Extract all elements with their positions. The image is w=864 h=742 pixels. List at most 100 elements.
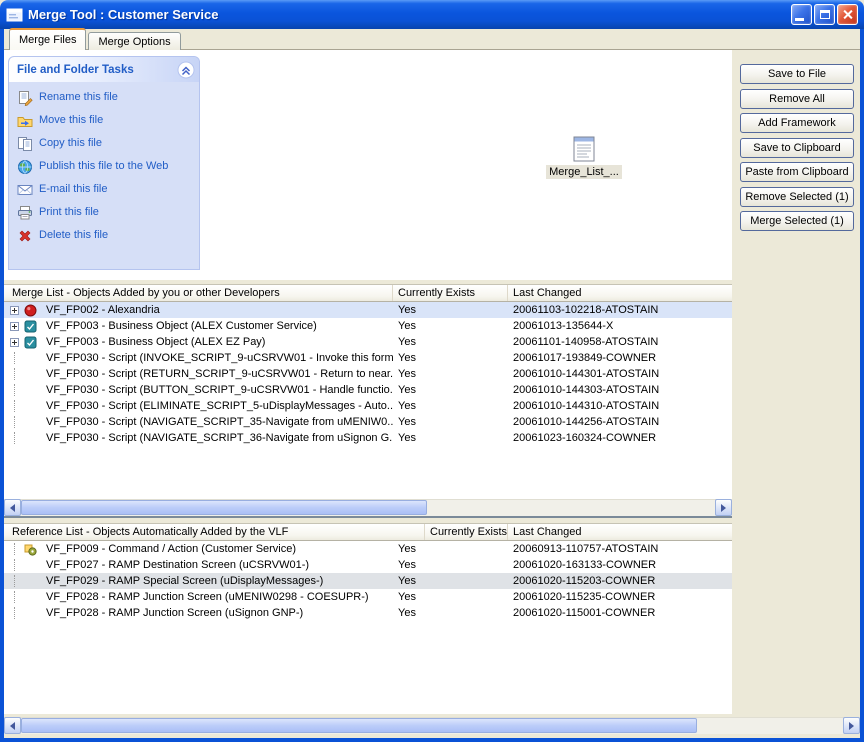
task-move-file[interactable]: Move this file <box>17 113 195 129</box>
close-icon <box>842 9 853 20</box>
reference-list-row[interactable]: VF_FP027 - RAMP Destination Screen (uCSR… <box>4 557 732 573</box>
scrollbar-thumb[interactable] <box>21 718 697 733</box>
column-header-name[interactable]: Merge List - Objects Added by you or oth… <box>4 285 393 301</box>
last-changed-value: 20061010-144301-ATOSTAIN <box>508 368 732 380</box>
currently-exists-value: Yes <box>393 559 508 571</box>
merge-list-row[interactable]: VF_FP030 - Script (ELIMINATE_SCRIPT_5-uD… <box>4 398 732 414</box>
paste-from-clipboard-button[interactable]: Paste from Clipboard <box>740 162 854 182</box>
reference-list-row[interactable]: VF_FP009 - Command / Action (Customer Se… <box>4 541 732 557</box>
tab-merge-options[interactable]: Merge Options <box>88 32 180 50</box>
icon-spacer <box>24 382 44 398</box>
scroll-left-button[interactable] <box>4 717 21 734</box>
expand-plus-icon[interactable] <box>10 322 19 331</box>
business-object-icon <box>24 318 44 334</box>
save-to-clipboard-button[interactable]: Save to Clipboard <box>740 138 854 158</box>
icon-spacer <box>24 414 44 430</box>
rename-icon <box>17 90 33 106</box>
close-button[interactable] <box>837 4 858 25</box>
merge-list-row[interactable]: VF_FP030 - Script (INVOKE_SCRIPT_9-uCSRV… <box>4 350 732 366</box>
merge-list-row[interactable]: VF_FP030 - Script (RETURN_SCRIPT_9-uCSRV… <box>4 366 732 382</box>
task-rename-file[interactable]: Rename this file <box>17 90 195 106</box>
currently-exists-value: Yes <box>393 400 508 412</box>
task-label: Delete this file <box>39 228 108 242</box>
object-name: VF_FP002 - Alexandria <box>44 304 393 316</box>
task-publish-file[interactable]: Publish this file to the Web <box>17 159 195 175</box>
tree-line <box>14 352 15 364</box>
merge-selected-button[interactable]: Merge Selected (1) <box>740 211 854 231</box>
reference-list-row[interactable]: VF_FP028 - RAMP Junction Screen (uSignon… <box>4 605 732 621</box>
maximize-button[interactable] <box>814 4 835 25</box>
task-email-file[interactable]: E-mail this file <box>17 182 195 198</box>
bottom-hscrollbar[interactable] <box>4 717 860 734</box>
tree-cell <box>4 589 24 605</box>
last-changed-value: 20061020-115203-COWNER <box>508 575 732 587</box>
move-icon <box>17 113 33 129</box>
reference-list-row[interactable]: VF_FP028 - RAMP Junction Screen (uMENIW0… <box>4 589 732 605</box>
task-label: E-mail this file <box>39 182 107 196</box>
column-header-name[interactable]: Reference List - Objects Automatically A… <box>4 524 425 540</box>
scrollbar-thumb[interactable] <box>21 500 427 515</box>
remove-selected-button[interactable]: Remove Selected (1) <box>740 187 854 207</box>
icon-spacer <box>24 589 44 605</box>
currently-exists-value: Yes <box>393 591 508 603</box>
tree-cell <box>4 398 24 414</box>
column-header-exists[interactable]: Currently Exists <box>425 524 508 540</box>
task-pane-header[interactable]: File and Folder Tasks <box>9 57 199 82</box>
scroll-left-button[interactable] <box>4 499 21 516</box>
merge-list-row[interactable]: VF_FP030 - Script (NAVIGATE_SCRIPT_35-Na… <box>4 414 732 430</box>
minimize-icon <box>795 18 804 21</box>
scroll-right-button[interactable] <box>715 499 732 516</box>
add-framework-button[interactable]: Add Framework <box>740 113 854 133</box>
title-bar[interactable]: Merge Tool : Customer Service <box>0 0 864 29</box>
object-name: VF_FP030 - Script (INVOKE_SCRIPT_9-uCSRV… <box>44 352 393 364</box>
task-print-file[interactable]: Print this file <box>17 205 195 221</box>
task-label: Rename this file <box>39 90 118 104</box>
icon-spacer <box>24 605 44 621</box>
right-arrow-icon <box>721 504 726 512</box>
merge-list-row[interactable]: VF_FP030 - Script (NAVIGATE_SCRIPT_36-Na… <box>4 430 732 446</box>
expand-plus-icon[interactable] <box>10 306 19 315</box>
tree-cell <box>4 573 24 589</box>
collapse-chevron-icon[interactable] <box>177 61 195 79</box>
tree-line <box>14 559 15 571</box>
tree-cell[interactable] <box>4 318 24 334</box>
minimize-button[interactable] <box>791 4 812 25</box>
last-changed-value: 20061013-135644-X <box>508 320 732 332</box>
merge-list-row[interactable]: VF_FP002 - Alexandria Yes 20061103-10221… <box>4 302 732 318</box>
task-delete-file[interactable]: Delete this file <box>17 228 195 244</box>
merge-list-file-item[interactable]: Merge_List_... <box>540 134 628 179</box>
merge-list-row[interactable]: VF_FP030 - Script (BUTTON_SCRIPT_9-uCSRV… <box>4 382 732 398</box>
currently-exists-value: Yes <box>393 416 508 428</box>
expand-plus-icon[interactable] <box>10 338 19 347</box>
tree-cell <box>4 382 24 398</box>
task-label: Publish this file to the Web <box>39 159 168 173</box>
tree-cell <box>4 350 24 366</box>
last-changed-value: 20061010-144303-ATOSTAIN <box>508 384 732 396</box>
app-window: Merge Tool : Customer Service Merge File… <box>0 0 864 742</box>
copy-icon <box>17 136 33 152</box>
object-name: VF_FP030 - Script (ELIMINATE_SCRIPT_5-uD… <box>44 400 393 412</box>
column-header-exists[interactable]: Currently Exists <box>393 285 508 301</box>
merge-list-row[interactable]: VF_FP003 - Business Object (ALEX Custome… <box>4 318 732 334</box>
scroll-right-button[interactable] <box>843 717 860 734</box>
last-changed-value: 20061020-115001-COWNER <box>508 607 732 619</box>
merge-list-hscrollbar[interactable] <box>4 499 732 516</box>
pane-splitter[interactable] <box>4 516 732 523</box>
remove-all-button[interactable]: Remove All <box>740 89 854 109</box>
business-object-icon <box>24 334 44 350</box>
column-header-changed[interactable]: Last Changed <box>508 524 732 540</box>
tree-cell[interactable] <box>4 334 24 350</box>
icon-spacer <box>24 557 44 573</box>
tree-line <box>14 543 15 555</box>
tree-cell[interactable] <box>4 302 24 318</box>
tree-cell <box>4 541 24 557</box>
merge-list-row[interactable]: VF_FP003 - Business Object (ALEX EZ Pay)… <box>4 334 732 350</box>
tree-line <box>14 368 15 380</box>
task-copy-file[interactable]: Copy this file <box>17 136 195 152</box>
column-header-changed[interactable]: Last Changed <box>508 285 732 301</box>
reference-list-row[interactable]: VF_FP029 - RAMP Special Screen (uDisplay… <box>4 573 732 589</box>
tab-merge-files[interactable]: Merge Files <box>9 28 86 50</box>
save-to-file-button[interactable]: Save to File <box>740 64 854 84</box>
icon-spacer <box>24 430 44 446</box>
file-icon <box>572 134 596 162</box>
